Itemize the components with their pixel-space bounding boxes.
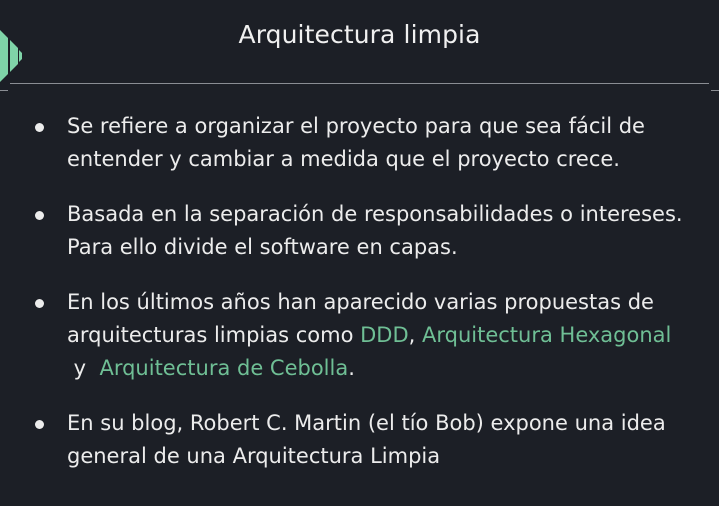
title-divider bbox=[10, 83, 709, 84]
bullet-separator: , bbox=[408, 323, 422, 347]
bullet-list: Se refiere a organizar el proyecto para … bbox=[0, 110, 719, 495]
bullet-item-1: Se refiere a organizar el proyecto para … bbox=[0, 110, 719, 176]
divider-tick-left bbox=[0, 90, 8, 91]
link-arquitectura-hexagonal[interactable]: Arquitectura Hexagonal bbox=[422, 323, 671, 347]
bullet-item-2: Basada en la separación de responsabilid… bbox=[0, 198, 719, 264]
bullet-text: En su blog, Robert C. Martin (el tío Bob… bbox=[67, 411, 666, 468]
link-arquitectura-cebolla[interactable]: Arquitectura de Cebolla bbox=[99, 356, 348, 380]
bullet-dot-icon bbox=[35, 123, 44, 132]
bullet-text: Se refiere a organizar el proyecto para … bbox=[67, 114, 645, 171]
bullet-dot-icon bbox=[35, 420, 44, 429]
bullet-text: Basada en la separación de responsabilid… bbox=[67, 202, 683, 259]
bullet-text-end: . bbox=[348, 356, 355, 380]
bullet-dot-icon bbox=[35, 299, 44, 308]
bullet-item-4: En su blog, Robert C. Martin (el tío Bob… bbox=[0, 407, 719, 473]
divider-tick-right bbox=[711, 90, 719, 91]
bullet-item-3: En los últimos años han aparecido varias… bbox=[0, 286, 719, 385]
link-ddd[interactable]: DDD bbox=[360, 323, 409, 347]
bullet-dot-icon bbox=[35, 211, 44, 220]
bullet-separator: y bbox=[67, 356, 100, 380]
slide-title: Arquitectura limpia bbox=[238, 20, 481, 49]
